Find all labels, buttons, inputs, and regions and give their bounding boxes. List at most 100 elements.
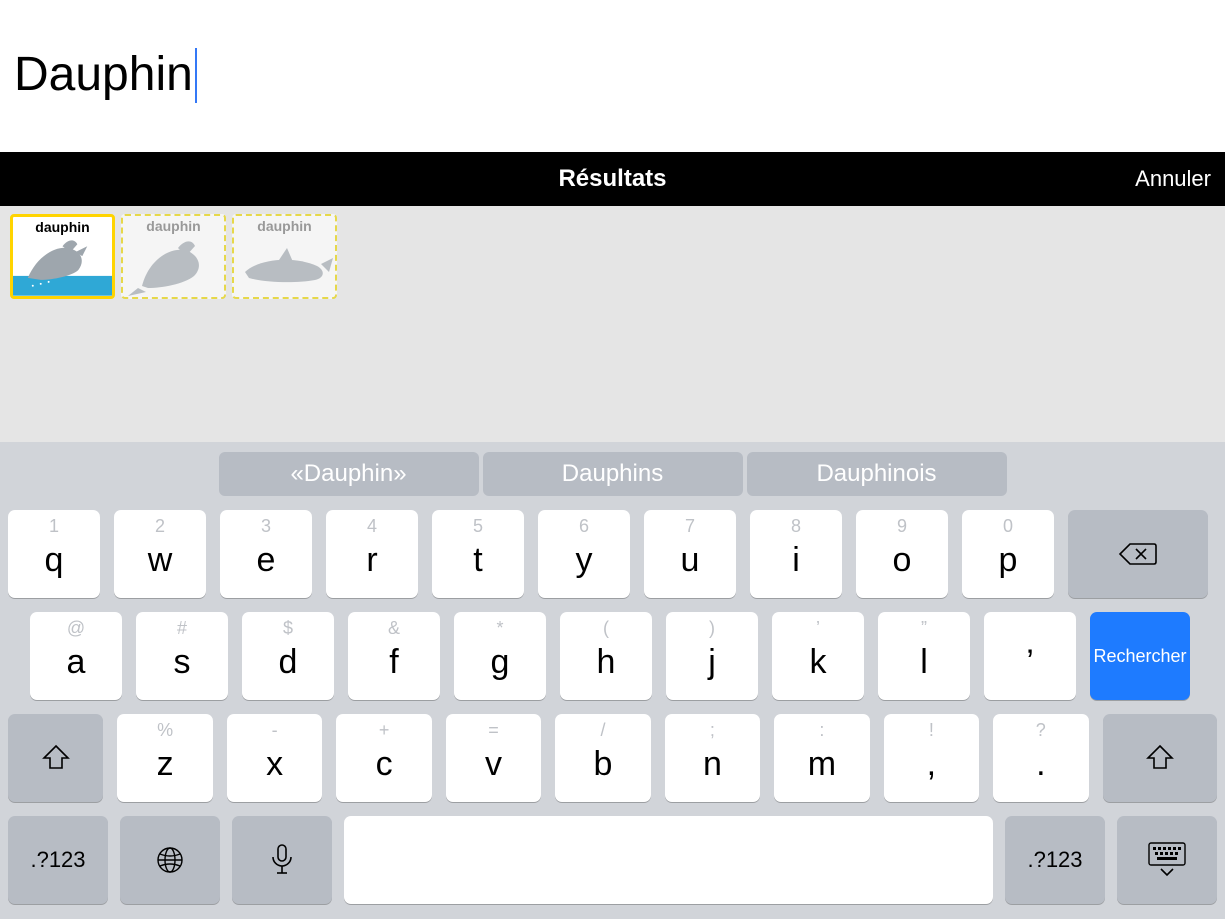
key-s[interactable]: #s: [136, 612, 228, 700]
key-t[interactable]: 5t: [432, 510, 524, 598]
key-secondary: @: [67, 618, 85, 639]
key-i[interactable]: 8i: [750, 510, 842, 598]
key-w[interactable]: 2w: [114, 510, 206, 598]
key-secondary: +: [379, 720, 390, 741]
result-card-1[interactable]: dauphin: [10, 214, 115, 299]
key-row-4: .?123 .?123: [8, 816, 1217, 904]
key-search[interactable]: Rechercher: [1090, 612, 1190, 700]
key-secondary: /: [600, 720, 605, 741]
key-x[interactable]: -x: [227, 714, 322, 802]
key-secondary: ”: [921, 618, 927, 639]
key-main: c: [376, 747, 393, 781]
key-secondary: -: [272, 720, 278, 741]
suggestion-3[interactable]: Dauphinois: [747, 452, 1007, 496]
key-main: i: [792, 543, 800, 577]
suggestion-2[interactable]: Dauphins: [483, 452, 743, 496]
dolphin-jump-color-icon: [13, 235, 112, 296]
key-secondary: ’: [816, 618, 820, 639]
key-main: j: [708, 645, 716, 679]
key-k[interactable]: ’k: [772, 612, 864, 700]
shift-icon: [41, 744, 71, 772]
key-main: p: [999, 543, 1018, 577]
key-shift-left[interactable]: [8, 714, 103, 802]
key-secondary: %: [157, 720, 173, 741]
key-a[interactable]: @a: [30, 612, 122, 700]
key-main: l: [920, 645, 928, 679]
text-cursor: [195, 48, 197, 103]
globe-icon: [155, 845, 185, 875]
key-j[interactable]: )j: [666, 612, 758, 700]
key-main: e: [257, 543, 276, 577]
key-q[interactable]: 1q: [8, 510, 100, 598]
dolphin-swim-grey-icon: [234, 234, 335, 297]
key-space[interactable]: [344, 816, 993, 904]
key-secondary: 4: [367, 516, 377, 537]
numsym-label: .?123: [1027, 849, 1082, 871]
key-backspace[interactable]: [1068, 510, 1208, 598]
key-main: g: [491, 645, 510, 679]
key-mic[interactable]: [232, 816, 332, 904]
key-c[interactable]: +c: [336, 714, 431, 802]
key-main: b: [594, 747, 613, 781]
key-o[interactable]: 9o: [856, 510, 948, 598]
key-secondary: *: [496, 618, 503, 639]
key-main: s: [174, 645, 191, 679]
cancel-button[interactable]: Annuler: [1135, 166, 1211, 192]
key-row-2: @a#s$d&f*g(h)j’k”l’Rechercher: [8, 612, 1217, 700]
key-e[interactable]: 3e: [220, 510, 312, 598]
key-secondary: :: [819, 720, 824, 741]
key-apostrophe[interactable]: ’: [984, 612, 1076, 700]
results-bar: Résultats Annuler: [0, 152, 1225, 206]
search-label: Rechercher: [1093, 646, 1186, 667]
key-secondary: $: [283, 618, 293, 639]
key-m[interactable]: :m: [774, 714, 869, 802]
key-globe[interactable]: [120, 816, 220, 904]
result-card-3[interactable]: dauphin: [232, 214, 337, 299]
key-secondary: 3: [261, 516, 271, 537]
key-main: t: [473, 543, 482, 577]
backspace-icon: [1118, 540, 1158, 568]
key-r[interactable]: 4r: [326, 510, 418, 598]
key-n[interactable]: ;n: [665, 714, 760, 802]
key-b[interactable]: /b: [555, 714, 650, 802]
key-punct-2[interactable]: ?.: [993, 714, 1088, 802]
key-dismiss-keyboard[interactable]: [1117, 816, 1217, 904]
key-numsym-right[interactable]: .?123: [1005, 816, 1105, 904]
suggestion-1[interactable]: «Dauphin»: [219, 452, 479, 496]
key-main: m: [808, 747, 836, 781]
key-y[interactable]: 6y: [538, 510, 630, 598]
key-secondary: 9: [897, 516, 907, 537]
dolphin-jump-grey-icon: [123, 234, 224, 297]
result-card-2[interactable]: dauphin: [121, 214, 226, 299]
key-main: .: [1036, 747, 1045, 781]
suggestion-row: «Dauphin» Dauphins Dauphinois: [8, 452, 1217, 496]
search-input-text: Dauphin: [14, 48, 193, 101]
key-main: u: [681, 543, 700, 577]
key-row-3: %z-x+c=v/b;n:m!,?.: [8, 714, 1217, 802]
key-secondary: !: [929, 720, 934, 741]
key-secondary: ?: [1036, 720, 1046, 741]
numsym-label: .?123: [30, 849, 85, 871]
key-h[interactable]: (h: [560, 612, 652, 700]
key-g[interactable]: *g: [454, 612, 546, 700]
key-f[interactable]: &f: [348, 612, 440, 700]
key-l[interactable]: ”l: [878, 612, 970, 700]
key-u[interactable]: 7u: [644, 510, 736, 598]
result-label: dauphin: [146, 218, 200, 234]
key-main: o: [893, 543, 912, 577]
search-input[interactable]: Dauphin: [14, 47, 197, 105]
key-main: w: [148, 543, 173, 577]
key-row-1: 1q2w3e4r5t6y7u8i9o0p: [8, 510, 1217, 598]
key-numsym-left[interactable]: .?123: [8, 816, 108, 904]
result-label: dauphin: [35, 219, 89, 235]
key-v[interactable]: =v: [446, 714, 541, 802]
key-main: y: [576, 543, 593, 577]
key-p[interactable]: 0p: [962, 510, 1054, 598]
key-z[interactable]: %z: [117, 714, 212, 802]
key-shift-right[interactable]: [1103, 714, 1218, 802]
key-secondary: 1: [49, 516, 59, 537]
key-d[interactable]: $d: [242, 612, 334, 700]
mic-icon: [269, 843, 295, 877]
key-punct-1[interactable]: !,: [884, 714, 979, 802]
key-secondary: &: [388, 618, 400, 639]
